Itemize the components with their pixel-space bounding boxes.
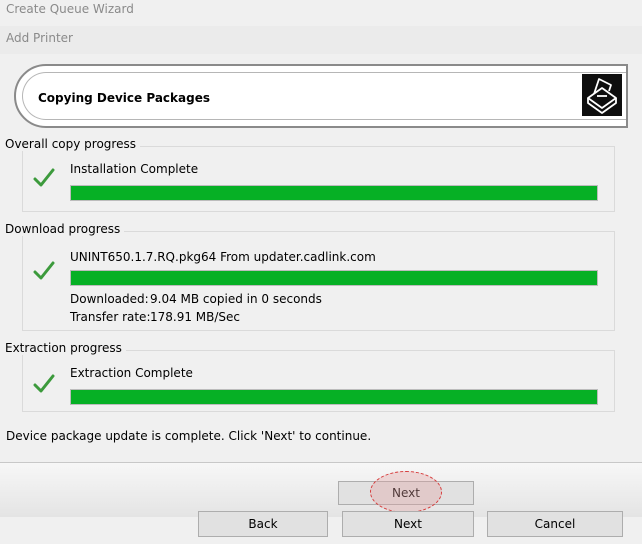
download-progress-legend: Download progress [5, 222, 125, 236]
next-button[interactable]: Next [342, 511, 474, 537]
back-button[interactable]: Back [198, 511, 328, 537]
overall-progress-bar [70, 185, 598, 201]
extraction-progress-fill [71, 390, 597, 404]
download-status-text: UNINT650.1.7.RQ.pkg64 From updater.cadli… [70, 250, 376, 264]
overall-progress-fill [71, 186, 597, 200]
transfer-rate-row: Transfer rate:178.91 MB/Sec [70, 310, 240, 324]
downloaded-row: Downloaded:9.04 MB copied in 0 seconds [70, 292, 322, 306]
extraction-progress-group: Extraction progress Extraction Complete [5, 341, 615, 412]
downloaded-value: 9.04 MB copied in 0 seconds [150, 292, 322, 306]
window-subtitle: Add Printer [6, 31, 73, 45]
checkmark-icon [33, 167, 55, 189]
click-highlight-marker [370, 471, 442, 513]
download-progress-fill [71, 271, 597, 285]
checkmark-icon [33, 373, 55, 395]
printer-icon [582, 74, 622, 116]
download-progress-group: Download progress UNINT650.1.7.RQ.pkg64 … [5, 222, 615, 331]
overall-progress-group: Overall copy progress Installation Compl… [5, 137, 615, 212]
subtitle-band [0, 26, 642, 54]
window-title: Create Queue Wizard [6, 2, 134, 16]
transfer-rate-label: Transfer rate: [70, 310, 151, 324]
overall-status-text: Installation Complete [70, 162, 199, 176]
extraction-progress-bar [70, 389, 598, 405]
transfer-rate-value: 178.91 MB/Sec [150, 310, 241, 324]
extraction-progress-legend: Extraction progress [5, 341, 126, 355]
wizard-header: Copying Device Packages [14, 64, 628, 128]
header-title: Copying Device Packages [38, 91, 210, 105]
footer-band [0, 463, 642, 517]
cancel-button[interactable]: Cancel [487, 511, 623, 537]
checkmark-icon [33, 260, 55, 282]
extraction-status-text: Extraction Complete [70, 366, 193, 380]
download-progress-bar [70, 270, 598, 286]
overall-progress-legend: Overall copy progress [5, 137, 140, 151]
downloaded-label: Downloaded: [70, 292, 149, 306]
completion-message: Device package update is complete. Click… [6, 429, 372, 443]
